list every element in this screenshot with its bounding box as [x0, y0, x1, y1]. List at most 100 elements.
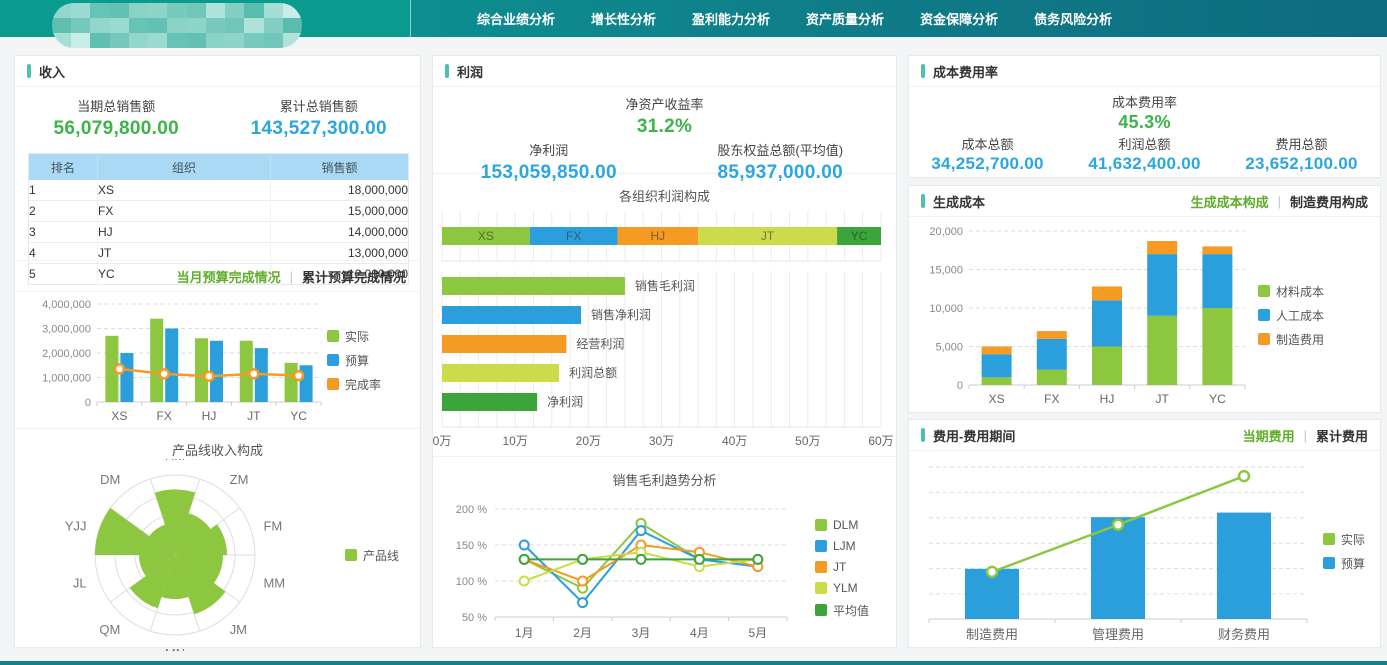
- svg-text:HM: HM: [165, 459, 185, 463]
- logo-mosaic-cell: [264, 18, 283, 33]
- legend-swatch-icon: [1323, 533, 1335, 545]
- legend-label: 材料成本: [1276, 283, 1324, 300]
- rose-chart-title: 产品线收入构成: [15, 440, 420, 459]
- legend-item[interactable]: LJM: [815, 539, 869, 553]
- svg-text:20,000: 20,000: [929, 226, 963, 238]
- kpi-equity-value: 85,937,000.00: [665, 162, 897, 184]
- svg-text:YC: YC: [290, 409, 307, 423]
- legend-swatch-icon: [327, 354, 339, 366]
- dashboard-page: 综合业绩分析 增长性分析 盈利能力分析 资产质量分析 资金保障分析 债务风险分析 收入 当…: [0, 0, 1387, 665]
- legend-label: 预算: [1341, 555, 1365, 572]
- logo-mosaic-cell: [71, 3, 90, 18]
- legend-label: 平均值: [833, 602, 869, 619]
- logo-mosaic-cell: [206, 33, 225, 48]
- legend-item[interactable]: 制造费用: [1258, 331, 1324, 348]
- kpi-total-cost-value: 34,252,700.00: [909, 154, 1066, 174]
- legend-item[interactable]: 材料成本: [1258, 283, 1324, 300]
- accent-bar-icon: [445, 64, 449, 78]
- legend-item[interactable]: 预算: [327, 352, 381, 369]
- kpi-current-sales: 当期总销售额 56,079,800.00: [15, 96, 218, 140]
- logo-mosaic-cell: [129, 33, 148, 48]
- logo-mosaic-cell: [110, 33, 129, 48]
- legend-item[interactable]: 预算: [1323, 555, 1365, 572]
- kpi-cost-rate: 成本费用率 45.3%: [909, 87, 1380, 133]
- svg-text:销售净利润: 销售净利润: [591, 307, 651, 322]
- profit-panel-header: 利润: [433, 56, 896, 87]
- svg-text:经营利润: 经营利润: [576, 337, 624, 351]
- svg-text:30万: 30万: [649, 434, 674, 448]
- legend-item[interactable]: 完成率: [327, 376, 381, 393]
- expense-chart-legend: 实际预算: [1323, 531, 1365, 572]
- logo-mosaic-cell: [110, 3, 129, 18]
- legend-label: 人工成本: [1276, 307, 1324, 324]
- legend-label: 实际: [1341, 531, 1365, 548]
- legend-label: JT: [833, 560, 846, 574]
- expense-period-title: 费用-费用期间: [933, 426, 1015, 445]
- revenue-panel-header: 收入: [15, 56, 420, 87]
- legend-item[interactable]: 人工成本: [1258, 307, 1324, 324]
- kpi-equity: 股东权益总额(平均值) 85,937,000.00: [665, 140, 897, 184]
- logo-mosaic-cell: [244, 3, 263, 18]
- kpi-total-expense: 费用总额 23,652,100.00: [1223, 134, 1380, 174]
- kpi-cost-rate-value: 45.3%: [909, 112, 1380, 133]
- nav-item-5[interactable]: 资金保障分析: [920, 9, 998, 28]
- nav-item-2[interactable]: 增长性分析: [591, 9, 656, 28]
- svg-text:HJ: HJ: [202, 409, 217, 423]
- legend-item[interactable]: 实际: [327, 328, 381, 345]
- svg-text:0: 0: [957, 380, 963, 392]
- svg-text:制造费用: 制造费用: [966, 627, 1018, 642]
- nav-item-4[interactable]: 资产质量分析: [806, 9, 884, 28]
- svg-text:0万: 0万: [433, 434, 451, 448]
- legend-item[interactable]: JT: [815, 560, 869, 574]
- logo-mosaic-cell: [90, 3, 109, 18]
- tab-production-cost-mix[interactable]: 生成成本构成: [1191, 192, 1269, 211]
- revenue-kpi-table-section: 当期总销售额 56,079,800.00 累计总销售额 143,527,300.…: [15, 87, 420, 260]
- nav-item-3[interactable]: 盈利能力分析: [692, 9, 770, 28]
- kpi-roe-value: 31.2%: [433, 116, 896, 138]
- svg-text:利润总额: 利润总额: [569, 366, 617, 380]
- kpi-roe-label: 净资产收益率: [433, 94, 896, 113]
- tab-cumulative-expense[interactable]: 累计费用: [1316, 426, 1368, 445]
- accent-bar-icon: [27, 64, 31, 78]
- logo-mosaic-cell: [110, 18, 129, 33]
- nav-item-6[interactable]: 债务风险分析: [1034, 9, 1112, 28]
- svg-text:4,000,000: 4,000,000: [42, 299, 91, 311]
- svg-text:JT: JT: [1156, 392, 1170, 406]
- legend-item[interactable]: 产品线: [345, 547, 399, 564]
- logo-mosaic-cell: [71, 18, 90, 33]
- logo-mosaic-cell: [264, 3, 283, 18]
- logo-mosaic-cell: [225, 3, 244, 18]
- svg-text:XS: XS: [111, 409, 127, 423]
- legend-item[interactable]: 平均值: [815, 602, 869, 619]
- cost-rate-panel-header: 成本费用率: [909, 56, 1380, 87]
- table-cell: 1: [29, 180, 98, 201]
- tab-manufacturing-expense-mix[interactable]: 制造费用构成: [1290, 192, 1368, 211]
- accent-bar-icon: [921, 64, 925, 78]
- svg-text:4月: 4月: [690, 626, 709, 640]
- svg-text:10,000: 10,000: [929, 303, 963, 315]
- expense-period-chart: 制造费用管理费用财务费用: [915, 451, 1315, 651]
- legend-swatch-icon: [327, 330, 339, 342]
- tab-cumulative-budget[interactable]: 累计预算完成情况: [302, 267, 406, 286]
- legend-item[interactable]: YLM: [815, 581, 869, 595]
- table-header-cell: 组织: [98, 154, 271, 181]
- tab-monthly-budget[interactable]: 当月预算完成情况: [177, 267, 281, 286]
- kpi-total-profit-label: 利润总额: [1066, 134, 1223, 153]
- svg-text:JT: JT: [761, 229, 775, 243]
- kpi-total-cost: 成本总额 34,252,700.00: [909, 134, 1066, 174]
- legend-item[interactable]: DLM: [815, 518, 869, 532]
- svg-text:FX: FX: [1044, 392, 1059, 406]
- nav-item-1[interactable]: 综合业绩分析: [477, 9, 555, 28]
- production-cost-chart: 05,00010,00015,00020,000XSFXHJJTYC: [917, 217, 1252, 413]
- legend-label: 制造费用: [1276, 331, 1324, 348]
- svg-text:FX: FX: [566, 229, 581, 243]
- svg-text:50 %: 50 %: [462, 612, 487, 624]
- trend-chart-legend: DLM LJM JT YLM 平均值: [815, 518, 869, 619]
- svg-text:100 %: 100 %: [456, 576, 487, 588]
- kpi-current-sales-label: 当期总销售额: [15, 96, 218, 115]
- logo-mosaic-cell: [90, 33, 109, 48]
- legend-item[interactable]: 实际: [1323, 531, 1365, 548]
- logo-mosaic-cell: [52, 18, 71, 33]
- tab-current-expense[interactable]: 当期费用: [1243, 426, 1295, 445]
- logo-mosaic-cell: [187, 3, 206, 18]
